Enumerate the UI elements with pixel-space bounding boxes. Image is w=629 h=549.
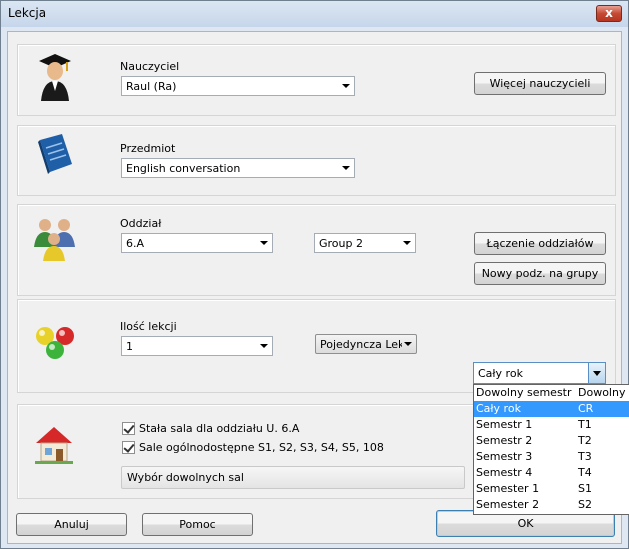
chevron-down-icon bbox=[403, 241, 411, 245]
fixed-room-checkbox[interactable] bbox=[122, 422, 135, 435]
house-icon bbox=[35, 427, 73, 464]
shared-rooms-label: Sale ogólnodostępne S1, S2, S3, S4, S5, … bbox=[139, 441, 384, 454]
group-select[interactable]: Group 2 bbox=[314, 233, 416, 253]
teacher-panel: Nauczyciel Raul (Ra) Więcej nauczycieli bbox=[17, 44, 616, 116]
subject-select[interactable]: English conversation bbox=[121, 158, 355, 178]
shared-rooms-checkbox[interactable] bbox=[122, 441, 135, 454]
class-panel: Oddział 6.A Group 2 Łączenie oddziałów N… bbox=[17, 204, 616, 296]
teacher-label: Nauczyciel bbox=[120, 60, 180, 73]
choose-rooms-button[interactable]: Wybór dowolnych sal bbox=[121, 466, 465, 489]
book-icon bbox=[38, 134, 72, 174]
close-button[interactable]: x bbox=[596, 5, 622, 22]
cancel-button[interactable]: Anuluj bbox=[16, 513, 127, 536]
class-select[interactable]: 6.A bbox=[121, 233, 273, 253]
list-item[interactable]: Semestr 2 T2 bbox=[474, 433, 629, 449]
list-item[interactable]: Dowolny semestr Dowolny bbox=[474, 385, 629, 401]
chevron-down-icon[interactable] bbox=[588, 363, 605, 383]
chevron-down-icon bbox=[404, 342, 412, 346]
lesson-count-label: Ilość lekcji bbox=[120, 320, 177, 333]
students-group-icon bbox=[34, 219, 75, 261]
lesson-count-select[interactable]: 1 bbox=[121, 336, 273, 356]
new-group-split-button[interactable]: Nowy podz. na grupy bbox=[474, 262, 606, 285]
fixed-room-label: Stała sala dla oddziału U. 6.A bbox=[139, 422, 300, 435]
list-item[interactable]: Semester 2 S2 bbox=[474, 497, 629, 513]
teacher-select[interactable]: Raul (Ra) bbox=[121, 76, 355, 96]
subject-panel: Przedmiot English conversation bbox=[17, 125, 616, 196]
chevron-down-icon bbox=[342, 166, 350, 170]
more-teachers-button[interactable]: Więcej nauczycieli bbox=[474, 72, 606, 95]
window-title: Lekcja bbox=[8, 6, 47, 20]
colored-balls-icon bbox=[36, 327, 74, 359]
chevron-down-icon bbox=[342, 84, 350, 88]
class-label: Oddział bbox=[120, 217, 162, 230]
period-dropdown-list: Dowolny semestr Dowolny Cały rok CR Semest… bbox=[473, 384, 629, 515]
lesson-dialog: Lekcja x Nauczyciel Raul (Ra) Więcej nau… bbox=[0, 0, 629, 549]
chevron-down-icon bbox=[260, 344, 268, 348]
period-select[interactable]: Cały rok bbox=[473, 362, 606, 384]
title-bar: Lekcja x bbox=[1, 1, 628, 27]
help-button[interactable]: Pomoc bbox=[142, 513, 253, 536]
list-item[interactable]: Semestr 3 T3 bbox=[474, 449, 629, 465]
lesson-type-select[interactable]: Pojedyncza Lekc bbox=[315, 334, 417, 354]
list-item[interactable]: Semester 1 S1 bbox=[474, 481, 629, 497]
join-classes-button[interactable]: Łączenie oddziałów bbox=[474, 232, 606, 255]
chevron-down-icon bbox=[260, 241, 268, 245]
list-item[interactable]: Semestr 1 T1 bbox=[474, 417, 629, 433]
subject-label: Przedmiot bbox=[120, 142, 176, 155]
dialog-body: Nauczyciel Raul (Ra) Więcej nauczycieli … bbox=[7, 31, 629, 544]
teacher-graduate-icon bbox=[39, 54, 71, 101]
list-item[interactable]: Semestr 4 T4 bbox=[474, 465, 629, 481]
list-item[interactable]: Cały rok CR bbox=[474, 401, 629, 417]
